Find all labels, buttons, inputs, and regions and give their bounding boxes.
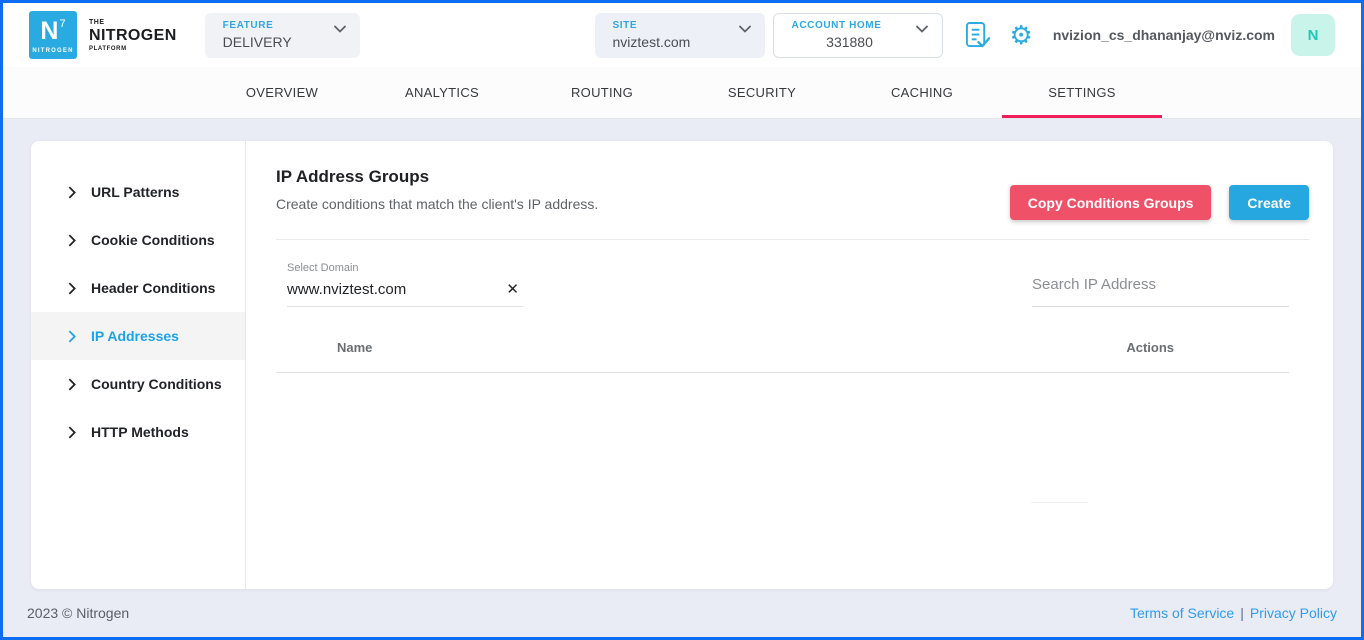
tab-settings[interactable]: SETTINGS bbox=[1002, 67, 1162, 118]
privacy-policy-link[interactable]: Privacy Policy bbox=[1250, 605, 1337, 621]
sidebar-item-label: HTTP Methods bbox=[91, 424, 189, 440]
tab-analytics[interactable]: ANALYTICS bbox=[362, 67, 522, 118]
page-content: URL Patterns Cookie Conditions Header Co… bbox=[3, 119, 1361, 589]
create-button[interactable]: Create bbox=[1229, 185, 1309, 220]
tab-security[interactable]: SECURITY bbox=[682, 67, 842, 118]
logo-caption: NITROGEN bbox=[32, 48, 73, 54]
select-domain-label: Select Domain bbox=[287, 262, 523, 274]
document-check-icon[interactable] bbox=[965, 21, 990, 50]
logo-badge: N 7 NITROGEN bbox=[29, 11, 77, 59]
chevron-right-icon bbox=[68, 234, 76, 247]
feature-dropdown-text: FEATURE DELIVERY bbox=[223, 20, 326, 50]
terms-of-service-link[interactable]: Terms of Service bbox=[1130, 605, 1234, 621]
tab-caching[interactable]: CACHING bbox=[842, 67, 1002, 118]
copyright-text: 2023 © Nitrogen bbox=[27, 605, 129, 621]
filter-row: Select Domain www.nviztest.com ✕ bbox=[276, 262, 1309, 307]
chevron-down-icon bbox=[916, 25, 928, 33]
chevron-right-icon bbox=[68, 426, 76, 439]
avatar-initial: N bbox=[1308, 27, 1319, 44]
logo-symbol: N 7 bbox=[40, 19, 65, 44]
sidebar-item-label: Cookie Conditions bbox=[91, 232, 215, 248]
copy-conditions-groups-button[interactable]: Copy Conditions Groups bbox=[1010, 185, 1212, 220]
faint-divider bbox=[1031, 502, 1088, 503]
account-home-dropdown[interactable]: ACCOUNT HOME 331880 bbox=[773, 13, 943, 58]
chevron-right-icon bbox=[68, 330, 76, 343]
select-domain-value: www.nviztest.com bbox=[287, 281, 406, 298]
panel-header: IP Address Groups Create conditions that… bbox=[276, 167, 1309, 220]
header-divider bbox=[276, 239, 1309, 240]
ip-groups-table: Name Actions bbox=[276, 340, 1289, 373]
sidebar-item-label: Country Conditions bbox=[91, 376, 222, 392]
chevron-right-icon bbox=[68, 282, 76, 295]
page-subtitle: Create conditions that match the client'… bbox=[276, 196, 598, 212]
sidebar-item-http-methods[interactable]: HTTP Methods bbox=[31, 408, 245, 456]
account-home-text: ACCOUNT HOME 331880 bbox=[792, 20, 908, 50]
site-dropdown-text: SITE nviztest.com bbox=[613, 20, 731, 50]
chevron-down-icon bbox=[739, 25, 751, 33]
link-separator: | bbox=[1240, 605, 1244, 621]
sidebar-item-header-conditions[interactable]: Header Conditions bbox=[31, 264, 245, 312]
site-dropdown[interactable]: SITE nviztest.com bbox=[595, 13, 765, 58]
top-bar: N 7 NITROGEN THE NITROGEN PLATFORM FEATU… bbox=[3, 3, 1361, 67]
tab-overview[interactable]: OVERVIEW bbox=[202, 67, 362, 118]
search-ip-field bbox=[1032, 276, 1289, 307]
brand-wordmark: THE NITROGEN PLATFORM bbox=[89, 19, 177, 52]
panel-actions: Copy Conditions Groups Create bbox=[1010, 185, 1309, 220]
avatar[interactable]: N bbox=[1291, 14, 1335, 56]
table-header-row: Name Actions bbox=[276, 340, 1289, 372]
active-tab-underline bbox=[1002, 115, 1162, 118]
close-icon[interactable]: ✕ bbox=[506, 282, 519, 297]
settings-sidebar: URL Patterns Cookie Conditions Header Co… bbox=[31, 141, 246, 589]
page-footer: 2023 © Nitrogen Terms of Service | Priva… bbox=[3, 589, 1361, 637]
nitrogen-platform-app: N 7 NITROGEN THE NITROGEN PLATFORM FEATU… bbox=[0, 0, 1364, 640]
user-email: nvizion_cs_dhananjay@nviz.com bbox=[1053, 27, 1275, 43]
chevron-down-icon bbox=[334, 25, 346, 33]
sidebar-item-label: Header Conditions bbox=[91, 280, 215, 296]
feature-dropdown[interactable]: FEATURE DELIVERY bbox=[205, 13, 360, 58]
sidebar-item-ip-addresses[interactable]: IP Addresses bbox=[31, 312, 245, 360]
nav-tabs: OVERVIEW ANALYTICS ROUTING SECURITY CACH… bbox=[202, 67, 1162, 118]
column-header-actions: Actions bbox=[1126, 340, 1174, 355]
table-header-divider bbox=[276, 372, 1289, 373]
chevron-right-icon bbox=[68, 378, 76, 391]
nav-tab-bar: OVERVIEW ANALYTICS ROUTING SECURITY CACH… bbox=[3, 67, 1361, 119]
sidebar-item-country-conditions[interactable]: Country Conditions bbox=[31, 360, 245, 408]
settings-card: URL Patterns Cookie Conditions Header Co… bbox=[31, 141, 1333, 589]
gear-icon[interactable]: ⚙ bbox=[1010, 22, 1033, 48]
sidebar-item-url-patterns[interactable]: URL Patterns bbox=[31, 168, 245, 216]
panel-header-text: IP Address Groups Create conditions that… bbox=[276, 167, 598, 212]
select-domain-field[interactable]: Select Domain www.nviztest.com ✕ bbox=[287, 262, 523, 307]
column-header-name: Name bbox=[337, 340, 372, 355]
sidebar-item-label: IP Addresses bbox=[91, 328, 179, 344]
page-title: IP Address Groups bbox=[276, 167, 598, 187]
sidebar-item-cookie-conditions[interactable]: Cookie Conditions bbox=[31, 216, 245, 264]
nitrogen-logo[interactable]: N 7 NITROGEN THE NITROGEN PLATFORM bbox=[29, 11, 177, 59]
chevron-right-icon bbox=[68, 186, 76, 199]
sidebar-item-label: URL Patterns bbox=[91, 184, 179, 200]
footer-links: Terms of Service | Privacy Policy bbox=[1130, 605, 1337, 621]
tab-routing[interactable]: ROUTING bbox=[522, 67, 682, 118]
select-domain-value-row: www.nviztest.com ✕ bbox=[287, 274, 523, 307]
search-ip-input[interactable] bbox=[1032, 276, 1289, 293]
ip-address-groups-panel: IP Address Groups Create conditions that… bbox=[246, 141, 1333, 589]
